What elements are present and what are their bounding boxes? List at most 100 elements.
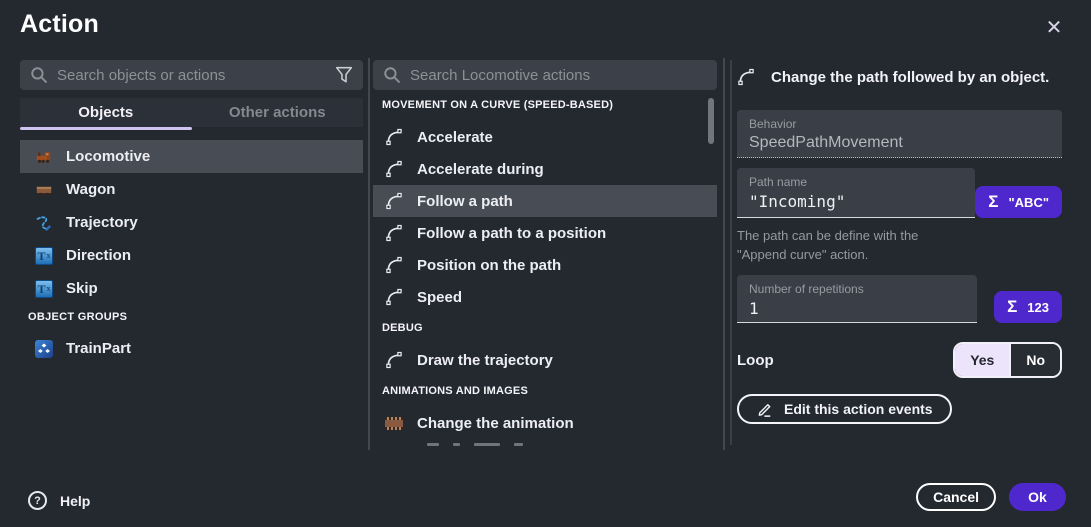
- action-label: Speed: [417, 289, 462, 306]
- panel-divider-right: [723, 58, 725, 450]
- tab-objects[interactable]: Objects: [20, 98, 192, 127]
- path-helper-text: The path can be define with the "Append …: [737, 226, 997, 264]
- objects-panel: Objects Other actions Locomotive Wagon T…: [20, 60, 363, 450]
- search-icon: [383, 66, 401, 84]
- action-label: Follow a path: [417, 193, 513, 210]
- trajectory-icon: [35, 214, 53, 232]
- object-row-direction[interactable]: Tx Direction: [20, 239, 363, 272]
- object-row-skip[interactable]: Tx Skip: [20, 272, 363, 305]
- object-group-icon: [35, 340, 53, 358]
- objects-search-input[interactable]: [57, 67, 326, 84]
- repetitions-field[interactable]: Number of repetitions 1: [737, 275, 977, 323]
- section-header: ANIMATIONS AND IMAGES: [373, 376, 717, 407]
- tab-other-actions[interactable]: Other actions: [192, 98, 364, 127]
- loop-no-button[interactable]: No: [1009, 344, 1060, 376]
- sigma-icon: Σ: [988, 192, 998, 212]
- section-header: MOVEMENT ON A CURVE (SPEED-BASED): [373, 90, 717, 121]
- wagon-icon: [35, 181, 53, 199]
- section-header: DEBUG: [373, 313, 717, 344]
- curve-icon: [385, 224, 403, 242]
- object-groups-header: OBJECT GROUPS: [20, 305, 363, 332]
- action-label: Change the animation: [417, 415, 574, 432]
- loop-yes-button[interactable]: Yes: [955, 344, 1009, 376]
- object-list: Locomotive Wagon Trajectory Tx Direction…: [20, 140, 363, 365]
- path-name-field[interactable]: Path name "Incoming": [737, 168, 975, 218]
- action-row-speed[interactable]: Speed: [373, 281, 717, 313]
- action-row-draw-the-trajectory[interactable]: Draw the trajectory: [373, 344, 717, 376]
- help-icon: ?: [28, 491, 47, 510]
- object-row-wagon[interactable]: Wagon: [20, 173, 363, 206]
- actions-panel: MOVEMENT ON A CURVE (SPEED-BASED) Accele…: [373, 60, 717, 450]
- curve-icon: [385, 192, 403, 210]
- object-row-trajectory[interactable]: Trajectory: [20, 206, 363, 239]
- object-label: Locomotive: [66, 148, 150, 165]
- string-expression-button[interactable]: Σ "ABC": [975, 186, 1062, 218]
- close-icon[interactable]: ✕: [1039, 12, 1069, 42]
- object-tabs: Objects Other actions: [20, 98, 363, 127]
- help-label: Help: [60, 493, 90, 509]
- behavior-field-value: SpeedPathMovement: [749, 134, 1050, 152]
- sigma-icon: Σ: [1007, 297, 1017, 317]
- curve-icon: [385, 256, 403, 274]
- tab-objects-label: Objects: [78, 104, 133, 121]
- cancel-button[interactable]: Cancel: [916, 483, 996, 511]
- action-row-accelerate-during[interactable]: Accelerate during: [373, 153, 717, 185]
- locomotive-icon: [35, 148, 53, 166]
- curve-icon: [385, 160, 403, 178]
- number-expression-button-label: 123: [1027, 300, 1049, 315]
- edit-action-events-label: Edit this action events: [784, 401, 933, 417]
- animation-icon: [385, 417, 403, 430]
- loop-row: Loop Yes No: [737, 342, 1062, 378]
- action-row-follow-a-path[interactable]: Follow a path: [373, 185, 717, 217]
- curve-icon: [737, 68, 755, 86]
- action-label: Accelerate during: [417, 161, 544, 178]
- behavior-field-label: Behavior: [749, 117, 1050, 131]
- loop-yes-label: Yes: [970, 352, 994, 368]
- object-row-locomotive[interactable]: Locomotive: [20, 140, 363, 173]
- object-label: Skip: [66, 280, 98, 297]
- action-row-position-on-the-path[interactable]: Position on the path: [373, 249, 717, 281]
- ok-button[interactable]: Ok: [1009, 483, 1066, 511]
- actions-search[interactable]: [373, 60, 717, 90]
- actions-list: MOVEMENT ON A CURVE (SPEED-BASED) Accele…: [373, 90, 717, 450]
- action-row-partially-visible[interactable]: [373, 439, 717, 450]
- object-label: Wagon: [66, 181, 115, 198]
- edit-action-events-button[interactable]: Edit this action events: [737, 394, 952, 424]
- actions-scrollbar-thumb[interactable]: [708, 98, 714, 144]
- path-helper-line2: "Append curve" action.: [737, 245, 997, 264]
- panel-divider-left: [368, 58, 370, 450]
- objects-search[interactable]: [20, 60, 363, 90]
- curve-icon: [385, 351, 403, 369]
- path-name-value[interactable]: "Incoming": [749, 192, 963, 211]
- action-label: Accelerate: [417, 129, 493, 146]
- loop-label: Loop: [737, 352, 774, 369]
- curve-icon: [385, 128, 403, 146]
- text-object-icon: Tx: [35, 247, 53, 265]
- action-label: Position on the path: [417, 257, 561, 274]
- object-row-trainpart[interactable]: TrainPart: [20, 332, 363, 365]
- string-expression-button-label: "ABC": [1009, 195, 1050, 210]
- repetitions-label: Number of repetitions: [749, 282, 965, 296]
- help-button[interactable]: ? Help: [28, 491, 90, 510]
- parameters-panel: Change the path followed by an object. B…: [737, 60, 1062, 452]
- action-row-change-the-animation[interactable]: Change the animation: [373, 407, 717, 439]
- action-description: Change the path followed by an object.: [771, 69, 1049, 86]
- repetitions-value[interactable]: 1: [749, 299, 965, 318]
- action-label: Draw the trajectory: [417, 352, 553, 369]
- loop-toggle: Yes No: [953, 342, 1062, 378]
- search-icon: [30, 66, 48, 84]
- action-label: Follow a path to a position: [417, 225, 606, 242]
- pencil-icon: [756, 401, 773, 418]
- action-row-follow-a-path-to-a-position[interactable]: Follow a path to a position: [373, 217, 717, 249]
- actions-search-input[interactable]: [410, 67, 707, 84]
- action-row-accelerate[interactable]: Accelerate: [373, 121, 717, 153]
- object-label: Direction: [66, 247, 131, 264]
- object-label: TrainPart: [66, 340, 131, 357]
- number-expression-button[interactable]: Σ 123: [994, 291, 1062, 323]
- behavior-field: Behavior SpeedPathMovement: [737, 110, 1062, 158]
- filter-icon[interactable]: [335, 66, 353, 84]
- object-label: Trajectory: [66, 214, 138, 231]
- right-panel-scrollbar[interactable]: [730, 60, 732, 445]
- text-object-icon: Tx: [35, 280, 53, 298]
- path-name-label: Path name: [749, 175, 963, 189]
